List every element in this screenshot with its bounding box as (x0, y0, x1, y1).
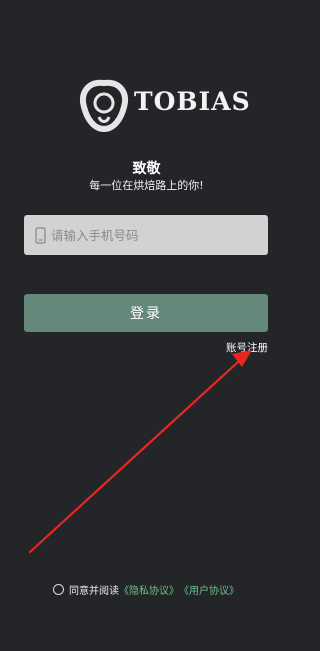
user-agreement-link[interactable]: 《用户协议》 (179, 582, 239, 597)
agreement-row: 同意并阅读 《隐私协议》 《用户协议》 (53, 582, 239, 597)
agreement-text: 同意并阅读 (69, 586, 119, 597)
red-annotation-arrow-icon (28, 350, 252, 554)
privacy-policy-link[interactable]: 《隐私协议》 (119, 582, 179, 597)
agreement-checkbox[interactable] (53, 584, 64, 595)
